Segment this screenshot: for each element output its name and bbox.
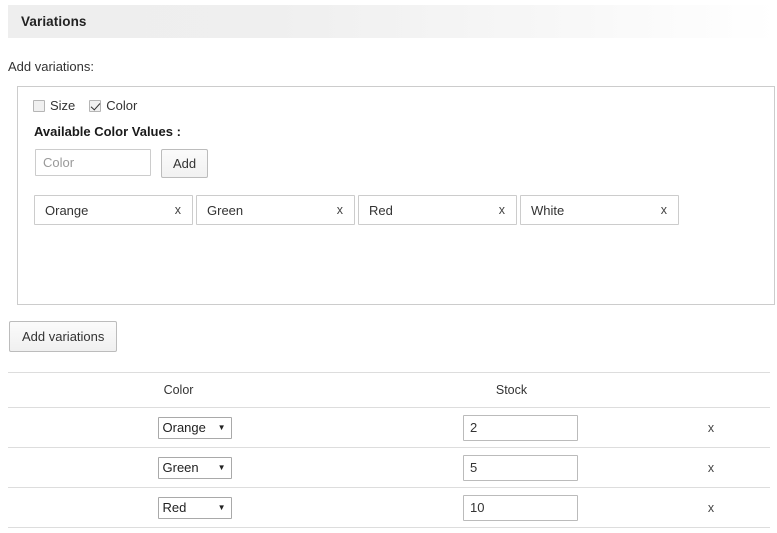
value-tag-label: Green [207, 202, 244, 218]
checkbox-color-box[interactable] [89, 99, 102, 112]
add-value-row: Add [35, 149, 209, 178]
cell-stock [343, 447, 680, 488]
color-select[interactable]: Green [157, 456, 232, 479]
value-tag[interactable]: Orange x [34, 195, 193, 225]
checkbox-color-label: Color [106, 98, 138, 113]
color-select[interactable]: Red [157, 496, 232, 519]
column-header-stock: Stock [343, 372, 680, 408]
variations-table-head: Color Stock [8, 372, 770, 408]
value-tag[interactable]: Red x [358, 195, 517, 225]
add-variations-label: Add variations: [8, 59, 94, 74]
value-tag[interactable]: Green x [196, 195, 355, 225]
checkbox-size[interactable]: Size [33, 98, 75, 113]
color-select-wrap[interactable]: Orange ▼ [157, 416, 232, 439]
section-header: Variations [8, 5, 777, 38]
available-values-title: Available Color Values : [34, 124, 181, 139]
remove-value-icon[interactable]: x [661, 204, 667, 217]
add-value-button[interactable]: Add [161, 149, 209, 178]
value-tag-label: Orange [45, 202, 89, 218]
stock-input[interactable] [463, 494, 578, 521]
cell-remove: x [680, 447, 770, 488]
value-tag-label: Red [369, 202, 393, 218]
checkbox-size-label: Size [50, 98, 76, 113]
stock-input[interactable] [463, 414, 578, 441]
variations-table: Color Stock Orange ▼ x [8, 372, 770, 528]
table-row: Orange ▼ x [8, 407, 770, 448]
remove-row-icon[interactable]: x [708, 421, 714, 435]
cell-stock [343, 487, 680, 528]
remove-row-icon[interactable]: x [708, 461, 714, 475]
stock-input[interactable] [463, 454, 578, 481]
color-select[interactable]: Orange [157, 416, 232, 439]
table-row: Green ▼ x [8, 447, 770, 488]
variations-panel: Size Color Available Color Values : Add … [17, 86, 775, 305]
attribute-checkbox-row: Size Color [33, 98, 151, 113]
table-header-row: Color Stock [8, 372, 770, 408]
remove-value-icon[interactable]: x [337, 204, 343, 217]
page-title: Variations [21, 14, 87, 29]
remove-value-icon[interactable]: x [175, 204, 181, 217]
cell-remove: x [680, 487, 770, 528]
cell-remove: x [680, 407, 770, 448]
value-tag-list: Orange x Green x Red x White x [34, 195, 682, 225]
table-row: Red ▼ x [8, 487, 770, 528]
remove-row-icon[interactable]: x [708, 501, 714, 515]
cell-color: Red ▼ [8, 487, 343, 528]
variations-table-body: Orange ▼ x Green ▼ [8, 407, 770, 528]
checkbox-size-box[interactable] [33, 99, 45, 112]
checkbox-color[interactable]: Color [89, 98, 137, 113]
add-variations-button[interactable]: Add variations [9, 321, 118, 352]
cell-color: Orange ▼ [8, 407, 343, 448]
column-header-color: Color [8, 372, 343, 408]
cell-color: Green ▼ [8, 447, 343, 488]
value-tag[interactable]: White x [520, 195, 679, 225]
color-value-input[interactable] [35, 149, 151, 176]
color-select-wrap[interactable]: Green ▼ [157, 456, 232, 479]
color-select-wrap[interactable]: Red ▼ [157, 496, 232, 519]
value-tag-label: White [531, 202, 565, 218]
cell-stock [343, 407, 680, 448]
column-header-remove [680, 372, 770, 408]
remove-value-icon[interactable]: x [499, 204, 505, 217]
